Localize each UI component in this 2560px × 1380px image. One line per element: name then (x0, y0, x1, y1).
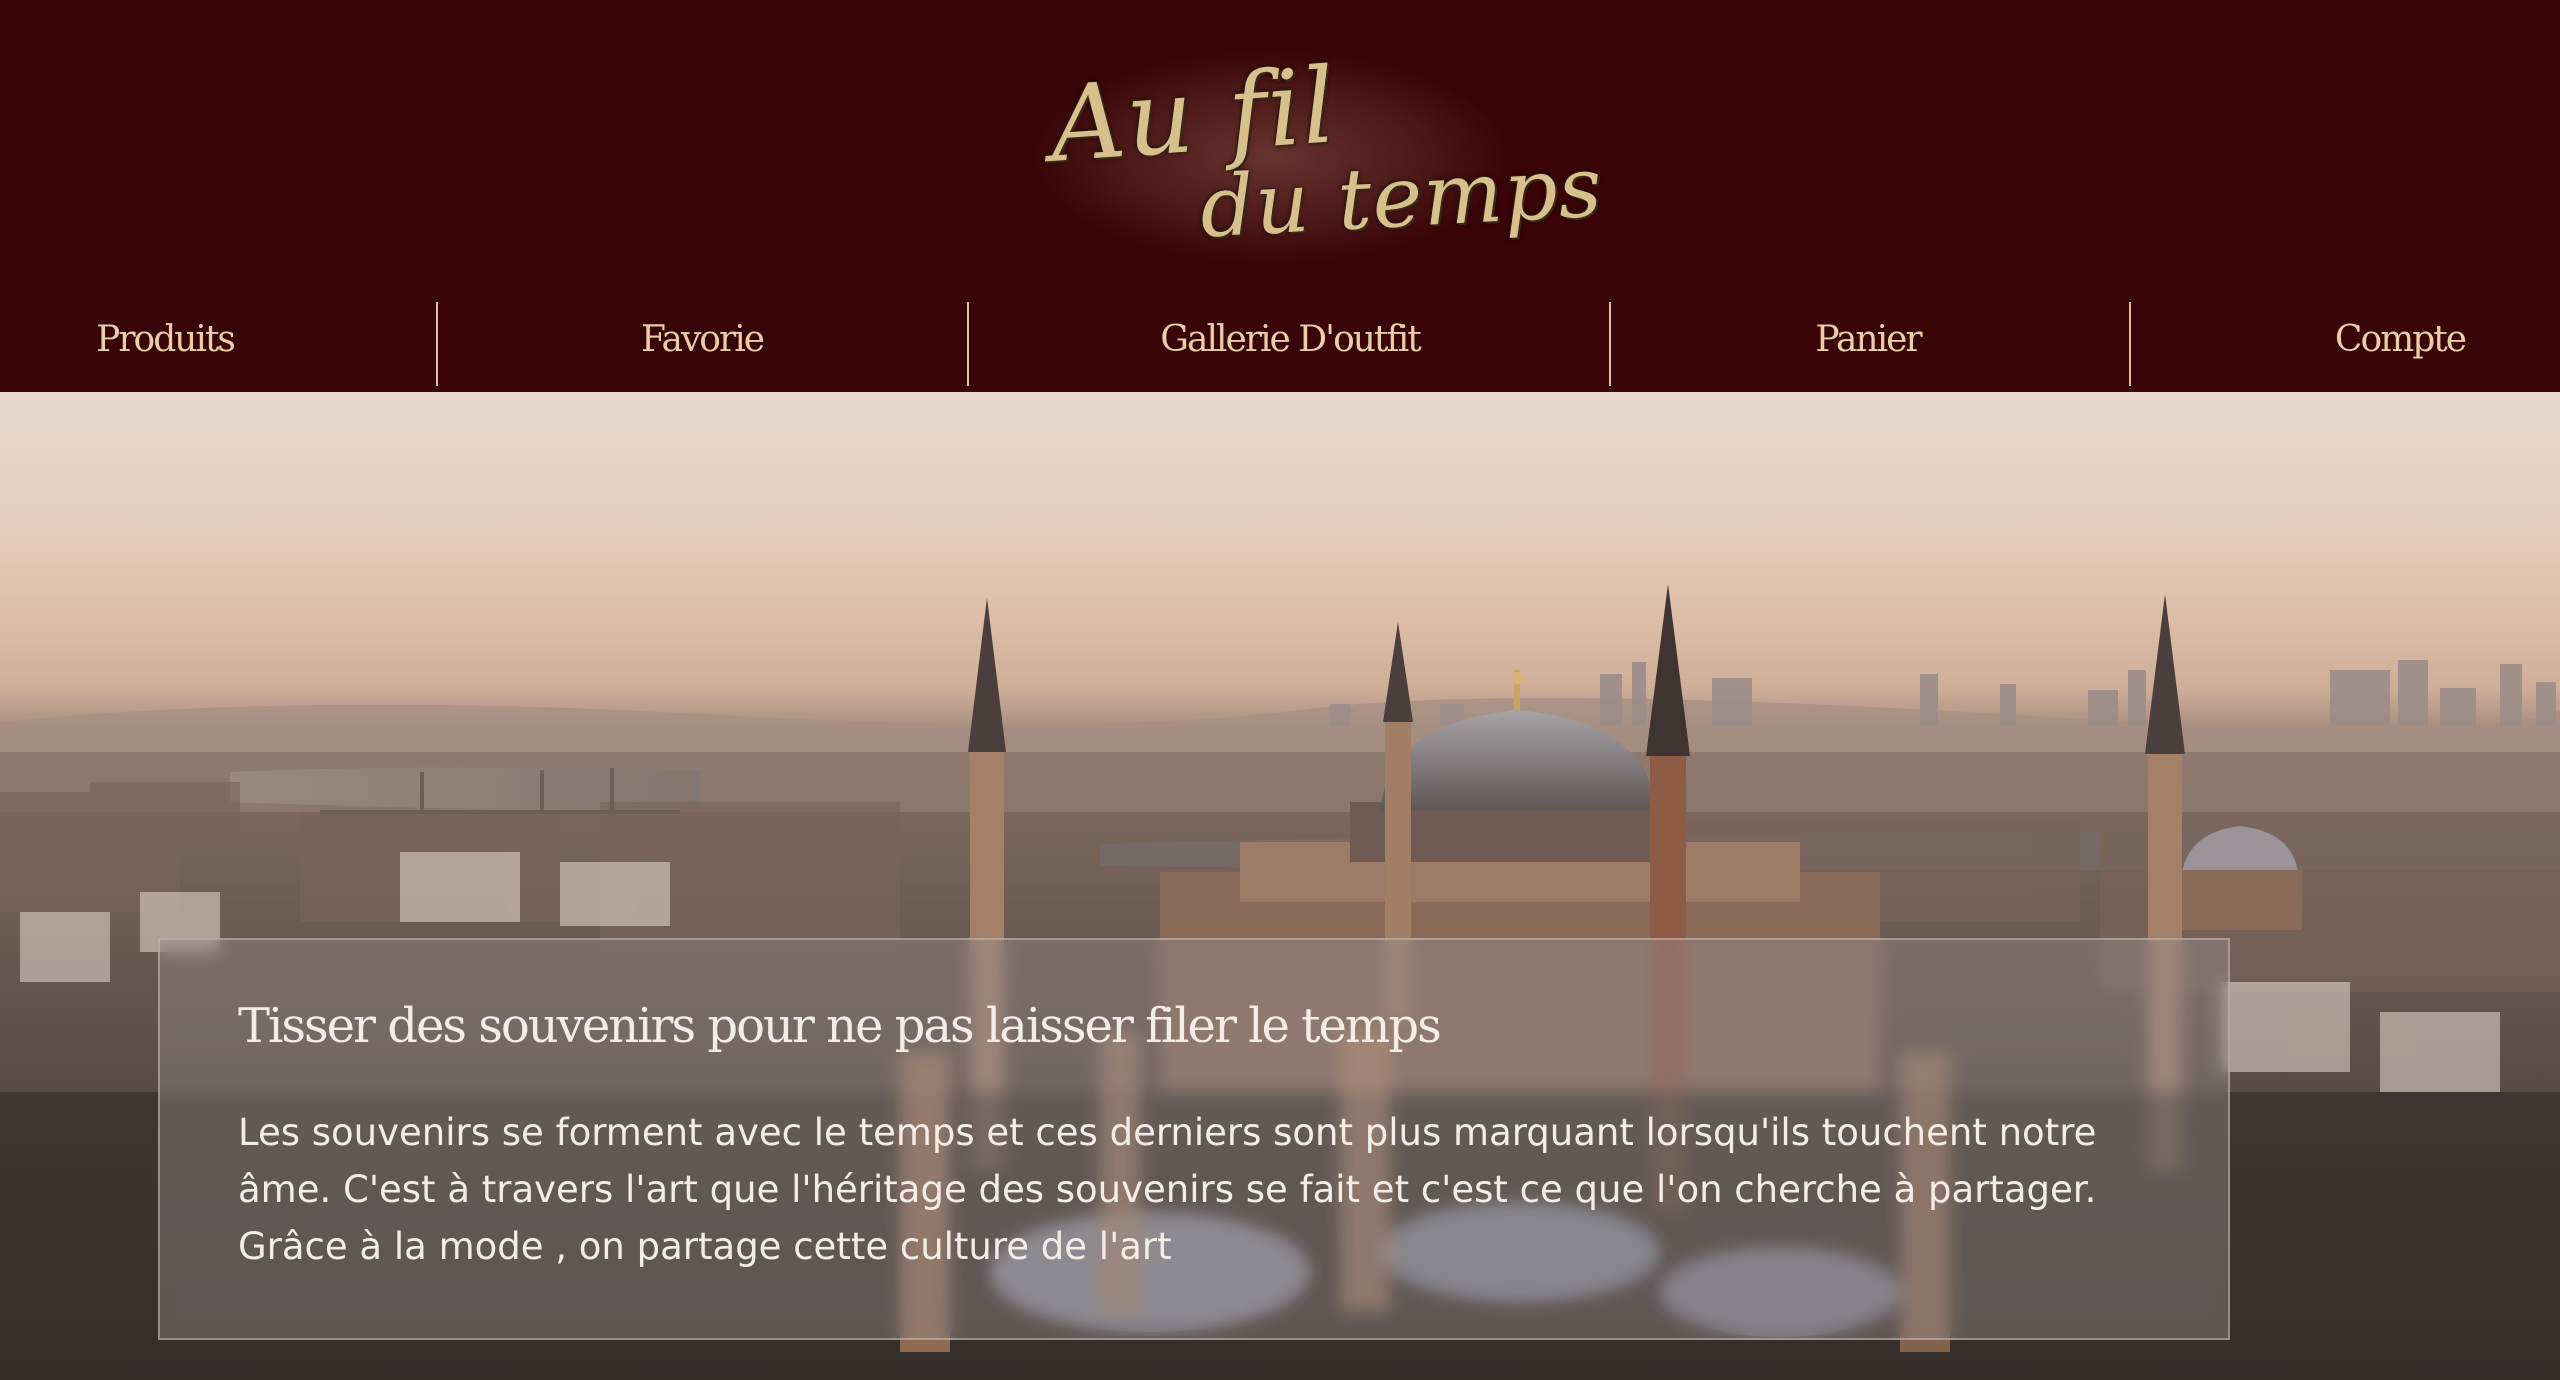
main-navigation: Produits Favorie Gallerie D'outfit Panie… (0, 300, 2560, 388)
nav-divider (436, 302, 438, 386)
nav-item-favorie[interactable]: Favorie (500, 300, 904, 388)
nav-item-compte[interactable]: Compte (2200, 300, 2560, 388)
intro-title: Tisser des souvenirs pour ne pas laisser… (238, 998, 1442, 1054)
intro-text: Les souvenirs se forment avec le temps e… (238, 1111, 2097, 1268)
nav-item-gallerie-outfit[interactable]: Gallerie D'outfit (1040, 300, 1540, 388)
nav-divider (1609, 302, 1611, 386)
intro-card: Tisser des souvenirs pour ne pas laisser… (158, 938, 2230, 1340)
nav-divider (967, 302, 969, 386)
brand-logo[interactable]: Au fil du temps (1020, 18, 1605, 278)
nav-item-panier[interactable]: Panier (1660, 300, 2076, 388)
nav-item-produits[interactable]: Produits (0, 300, 330, 388)
nav-divider (2129, 302, 2131, 386)
hero-banner: Tisser des souvenirs pour ne pas laisser… (0, 392, 2560, 1380)
site-header: Au fil du temps Produits Favorie Galleri… (0, 0, 2560, 392)
logo-text-line2: du temps (1197, 137, 1605, 257)
